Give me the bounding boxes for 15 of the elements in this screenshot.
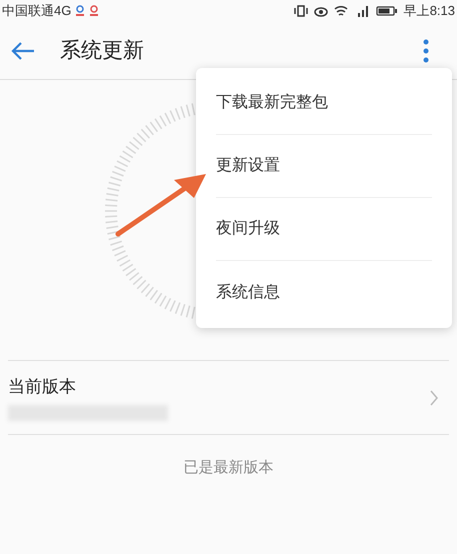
eye-icon (314, 5, 328, 17)
version-label: 当前版本 (8, 376, 77, 398)
more-icon[interactable] (423, 38, 429, 62)
vibrate-icon (294, 5, 308, 17)
menu-item[interactable]: 下载最新完整包 (216, 72, 432, 135)
menu-item[interactable]: 系统信息 (216, 261, 432, 324)
menu-item[interactable]: 夜间升级 (216, 198, 432, 261)
wifi-icon (334, 5, 348, 17)
menu-item[interactable]: 更新设置 (216, 135, 432, 198)
carrier-text: 中国联通4G (2, 2, 72, 20)
status-text: 已是最新版本 (184, 458, 274, 478)
back-icon[interactable] (10, 40, 36, 60)
page-title: 系统更新 (60, 38, 144, 64)
clock-text: 早上8:13 (404, 2, 455, 20)
battery-icon (376, 5, 398, 17)
